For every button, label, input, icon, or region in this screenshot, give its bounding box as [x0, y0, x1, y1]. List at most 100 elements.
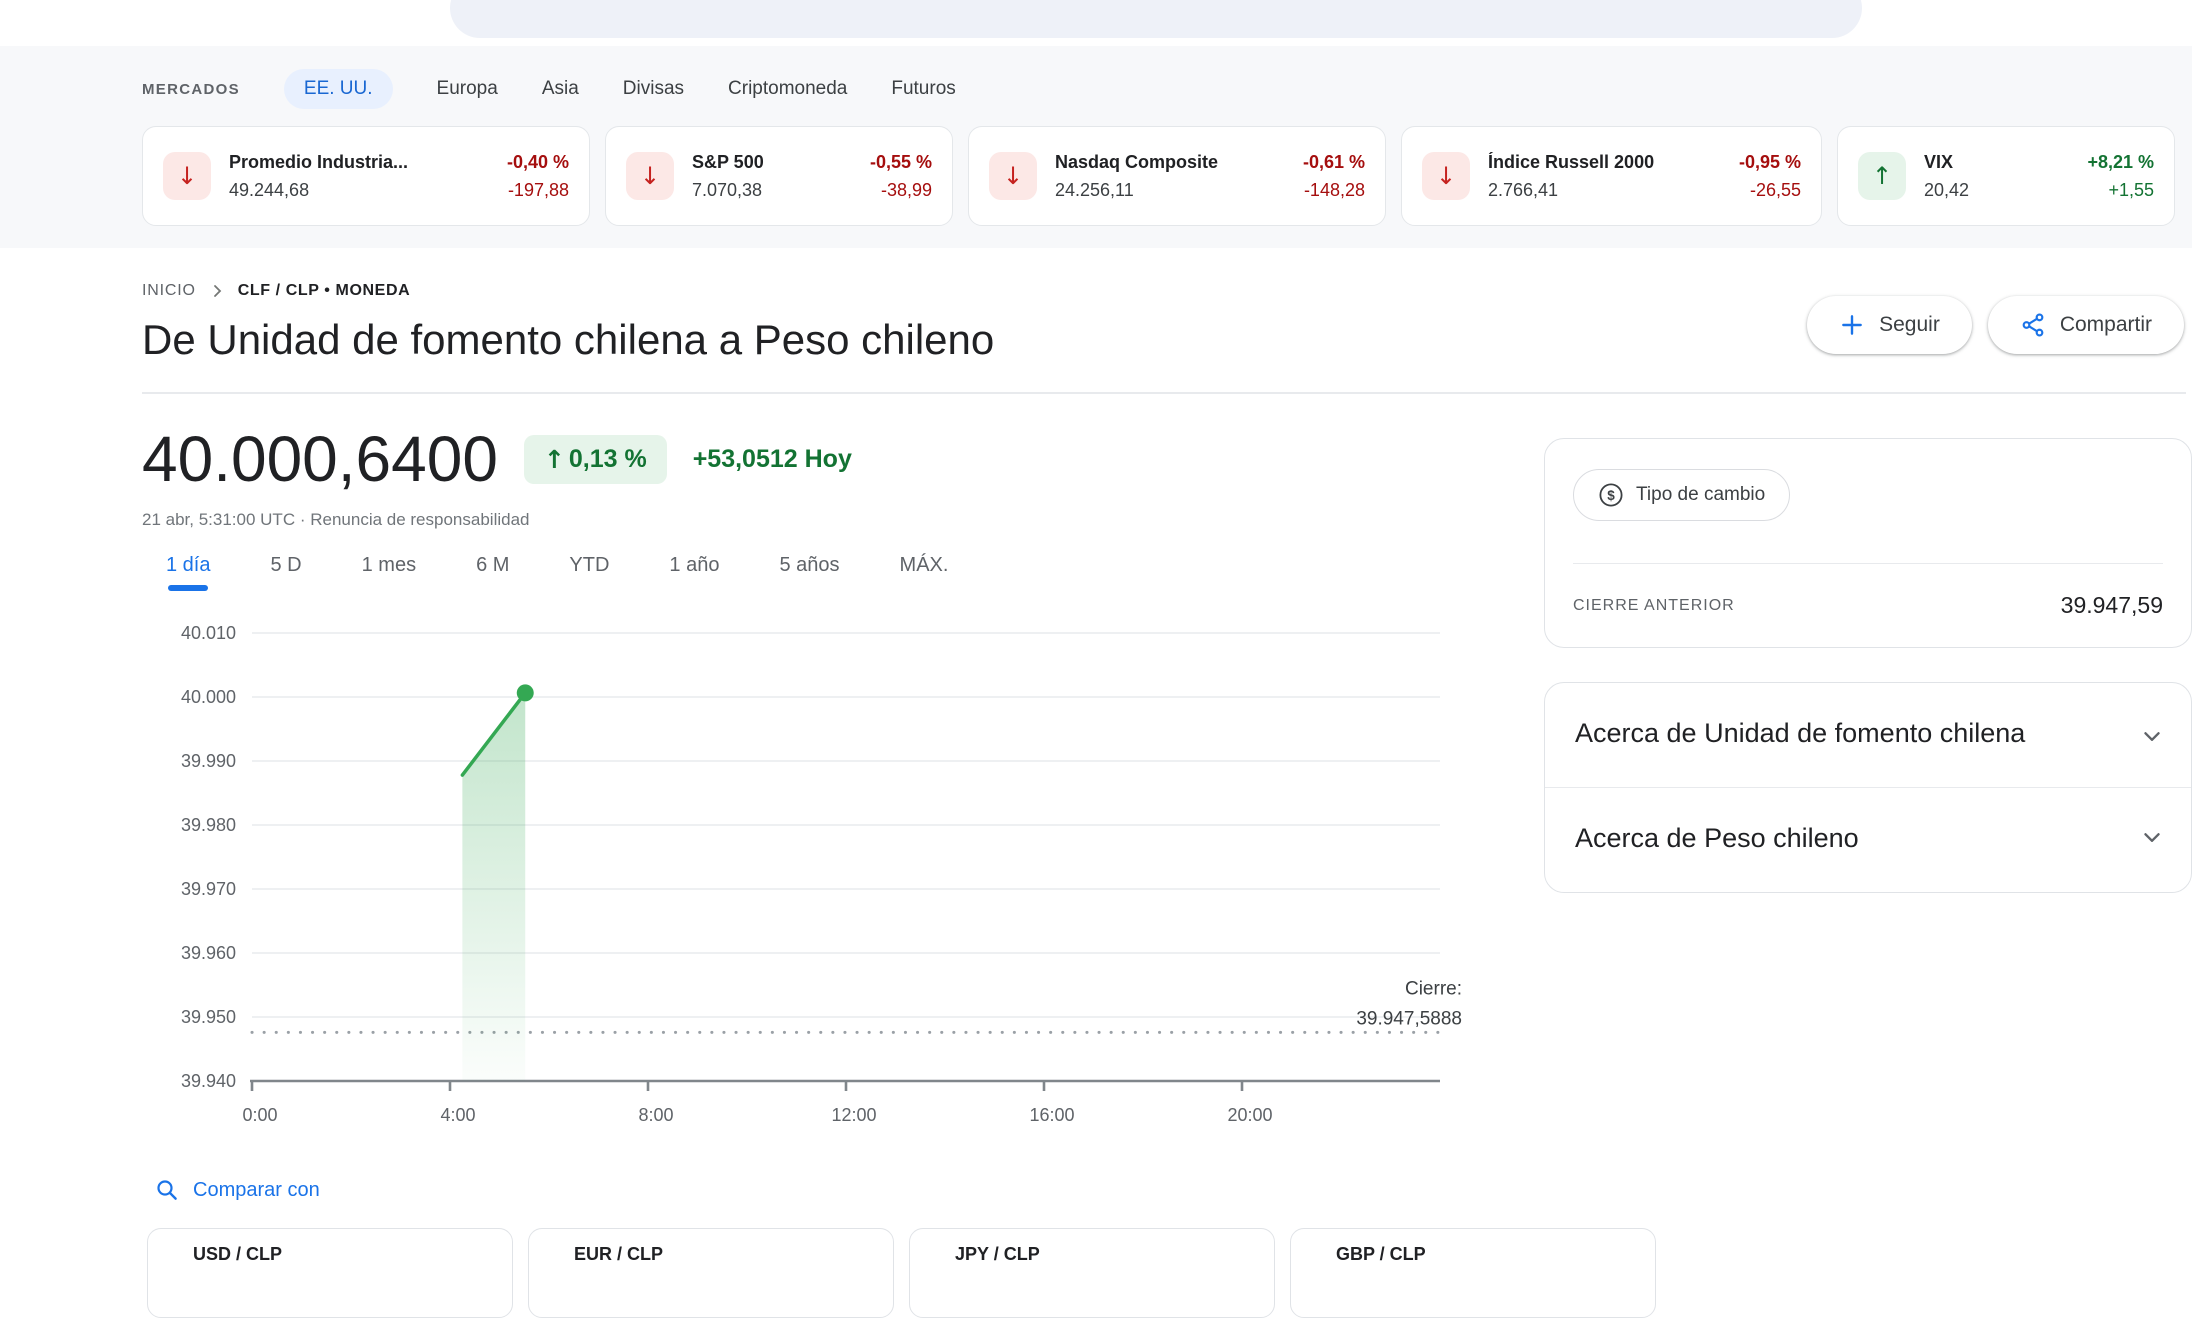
svg-text:12:00: 12:00	[831, 1105, 876, 1125]
index-value: 2.766,41	[1488, 180, 1558, 201]
compare-with-button[interactable]: Comparar con	[155, 1178, 2192, 1202]
index-value: 24.256,11	[1055, 180, 1134, 201]
markets-tab-us[interactable]: EE. UU.	[284, 69, 393, 109]
search-icon	[155, 1178, 179, 1202]
title-divider	[142, 392, 2186, 394]
exchange-rate-chip[interactable]: $ Tipo de cambio	[1573, 469, 1790, 521]
exchange-info-card: $ Tipo de cambio CIERRE ANTERIOR 39.947,…	[1544, 438, 2192, 648]
range-tab-max[interactable]: MÁX.	[900, 554, 949, 591]
svg-text:39.947,5888: 39.947,5888	[1356, 1008, 1462, 1029]
compare-card-eur-clp[interactable]: EUR / CLP	[528, 1228, 894, 1318]
compare-with-label: Comparar con	[193, 1179, 320, 1202]
markets-tab-asia[interactable]: Asia	[542, 78, 579, 100]
quote-abs-change: +53,0512 Hoy	[693, 445, 852, 474]
index-card-nasdaq[interactable]: ↓ Nasdaq Composite -0,61 % 24.256,11 -14…	[968, 126, 1386, 226]
svg-text:39.950: 39.950	[181, 1007, 236, 1027]
index-name: VIX	[1924, 152, 1953, 173]
quote-price: 40.000,6400	[142, 422, 498, 496]
compare-card-jpy-clp[interactable]: JPY / CLP	[909, 1228, 1275, 1318]
trend-down-icon: ↓	[1422, 152, 1470, 200]
index-pct-change: -0,61 %	[1303, 152, 1365, 173]
timestamp-text: 21 abr, 5:31:00 UTC ·	[142, 510, 305, 529]
index-abs-change: -197,88	[508, 180, 569, 201]
share-button[interactable]: Compartir	[1988, 296, 2184, 354]
range-tab-1d[interactable]: 1 día	[166, 554, 210, 591]
markets-tab-crypto[interactable]: Criptomoneda	[728, 78, 847, 100]
previous-close-label: CIERRE ANTERIOR	[1573, 597, 1735, 615]
svg-text:39.940: 39.940	[181, 1071, 236, 1091]
index-pct-change: -0,95 %	[1739, 152, 1801, 173]
top-app-bar	[0, 0, 2192, 46]
svg-text:$: $	[1607, 488, 1615, 503]
range-tab-1y[interactable]: 1 año	[669, 554, 719, 591]
svg-text:Cierre:: Cierre:	[1405, 978, 1462, 999]
breadcrumb-current: CLF / CLP • MONEDA	[238, 282, 411, 300]
disclaimer-link[interactable]: Renuncia de responsabilidad	[310, 510, 529, 529]
index-name: Nasdaq Composite	[1055, 152, 1218, 173]
markets-tab-futures[interactable]: Futuros	[891, 78, 955, 100]
range-tab-1m[interactable]: 1 mes	[362, 554, 416, 591]
up-arrow-icon: ↑	[544, 445, 565, 474]
range-tab-6m[interactable]: 6 M	[476, 554, 509, 591]
svg-text:39.970: 39.970	[181, 879, 236, 899]
svg-text:40.000: 40.000	[181, 687, 236, 707]
index-card-vix[interactable]: ↑ VIX +8,21 % 20,42 +1,55	[1837, 126, 2175, 226]
index-name: S&P 500	[692, 152, 764, 173]
currency-dollar-icon: $	[1598, 482, 1624, 508]
index-value: 7.070,38	[692, 180, 762, 201]
compare-suggestions: USD / CLP EUR / CLP JPY / CLP GBP / CLP	[147, 1228, 2192, 1318]
index-pct-change: -0,55 %	[870, 152, 932, 173]
trend-down-icon: ↓	[989, 152, 1037, 200]
svg-text:39.990: 39.990	[181, 751, 236, 771]
about-clp-title: Acerca de Peso chileno	[1575, 820, 2055, 858]
follow-button[interactable]: Seguir	[1807, 296, 1972, 354]
index-cards-row: ↓ Promedio Industria... -0,40 % 49.244,6…	[142, 126, 2192, 226]
svg-text:40.010: 40.010	[181, 623, 236, 643]
markets-tab-europe[interactable]: Europa	[437, 78, 498, 100]
compare-pair-label: EUR / CLP	[574, 1244, 663, 1264]
header-actions: Seguir Compartir	[1807, 296, 2184, 354]
index-card-dow[interactable]: ↓ Promedio Industria... -0,40 % 49.244,6…	[142, 126, 590, 226]
index-abs-change: +1,55	[2108, 180, 2154, 201]
svg-text:20:00: 20:00	[1227, 1105, 1272, 1125]
share-icon	[2020, 312, 2046, 338]
svg-text:16:00: 16:00	[1029, 1105, 1074, 1125]
markets-tab-currencies[interactable]: Divisas	[623, 78, 684, 100]
trend-down-icon: ↓	[626, 152, 674, 200]
compare-pair-label: JPY / CLP	[955, 1244, 1040, 1264]
about-clf-section[interactable]: Acerca de Unidad de fomento chilena	[1545, 683, 2191, 787]
chevron-down-icon[interactable]	[2139, 824, 2165, 850]
index-card-russell[interactable]: ↓ Índice Russell 2000 -0,95 % 2.766,41 -…	[1401, 126, 1822, 226]
share-button-label: Compartir	[2060, 313, 2152, 337]
markets-nav: MERCADOS EE. UU. Europa Asia Divisas Cri…	[142, 66, 2192, 112]
range-tab-5y[interactable]: 5 años	[779, 554, 839, 591]
compare-card-gbp-clp[interactable]: GBP / CLP	[1290, 1228, 1656, 1318]
index-card-sp500[interactable]: ↓ S&P 500 -0,55 % 7.070,38 -38,99	[605, 126, 953, 226]
about-clp-section[interactable]: Acerca de Peso chileno	[1545, 788, 2191, 892]
sidebar: $ Tipo de cambio CIERRE ANTERIOR 39.947,…	[1544, 438, 2192, 893]
markets-section: MERCADOS EE. UU. Europa Asia Divisas Cri…	[0, 46, 2192, 248]
previous-close-row: CIERRE ANTERIOR 39.947,59	[1573, 592, 2163, 619]
search-bar[interactable]	[450, 0, 1862, 38]
index-value: 49.244,68	[229, 180, 309, 201]
trend-up-icon: ↑	[1858, 152, 1906, 200]
breadcrumb-home-link[interactable]: INICIO	[142, 282, 196, 300]
range-tab-5d[interactable]: 5 D	[270, 554, 301, 591]
compare-pair-label: USD / CLP	[193, 1244, 282, 1264]
svg-text:0:00: 0:00	[242, 1105, 277, 1125]
about-clf-title: Acerca de Unidad de fomento chilena	[1575, 715, 2055, 753]
index-abs-change: -38,99	[881, 180, 932, 201]
compare-pair-label: GBP / CLP	[1336, 1244, 1426, 1264]
index-value: 20,42	[1924, 180, 1969, 201]
range-tab-ytd[interactable]: YTD	[569, 554, 609, 591]
quote-pct-value: 0,13 %	[569, 445, 647, 474]
chevron-down-icon[interactable]	[2139, 723, 2165, 749]
follow-button-label: Seguir	[1879, 313, 1940, 337]
previous-close-value: 39.947,59	[2061, 592, 2163, 619]
compare-card-usd-clp[interactable]: USD / CLP	[147, 1228, 513, 1318]
index-name: Promedio Industria...	[229, 152, 408, 173]
svg-text:39.980: 39.980	[181, 815, 236, 835]
index-pct-change: +8,21 %	[2087, 152, 2154, 173]
index-name: Índice Russell 2000	[1488, 152, 1654, 173]
index-abs-change: -26,55	[1750, 180, 1801, 201]
